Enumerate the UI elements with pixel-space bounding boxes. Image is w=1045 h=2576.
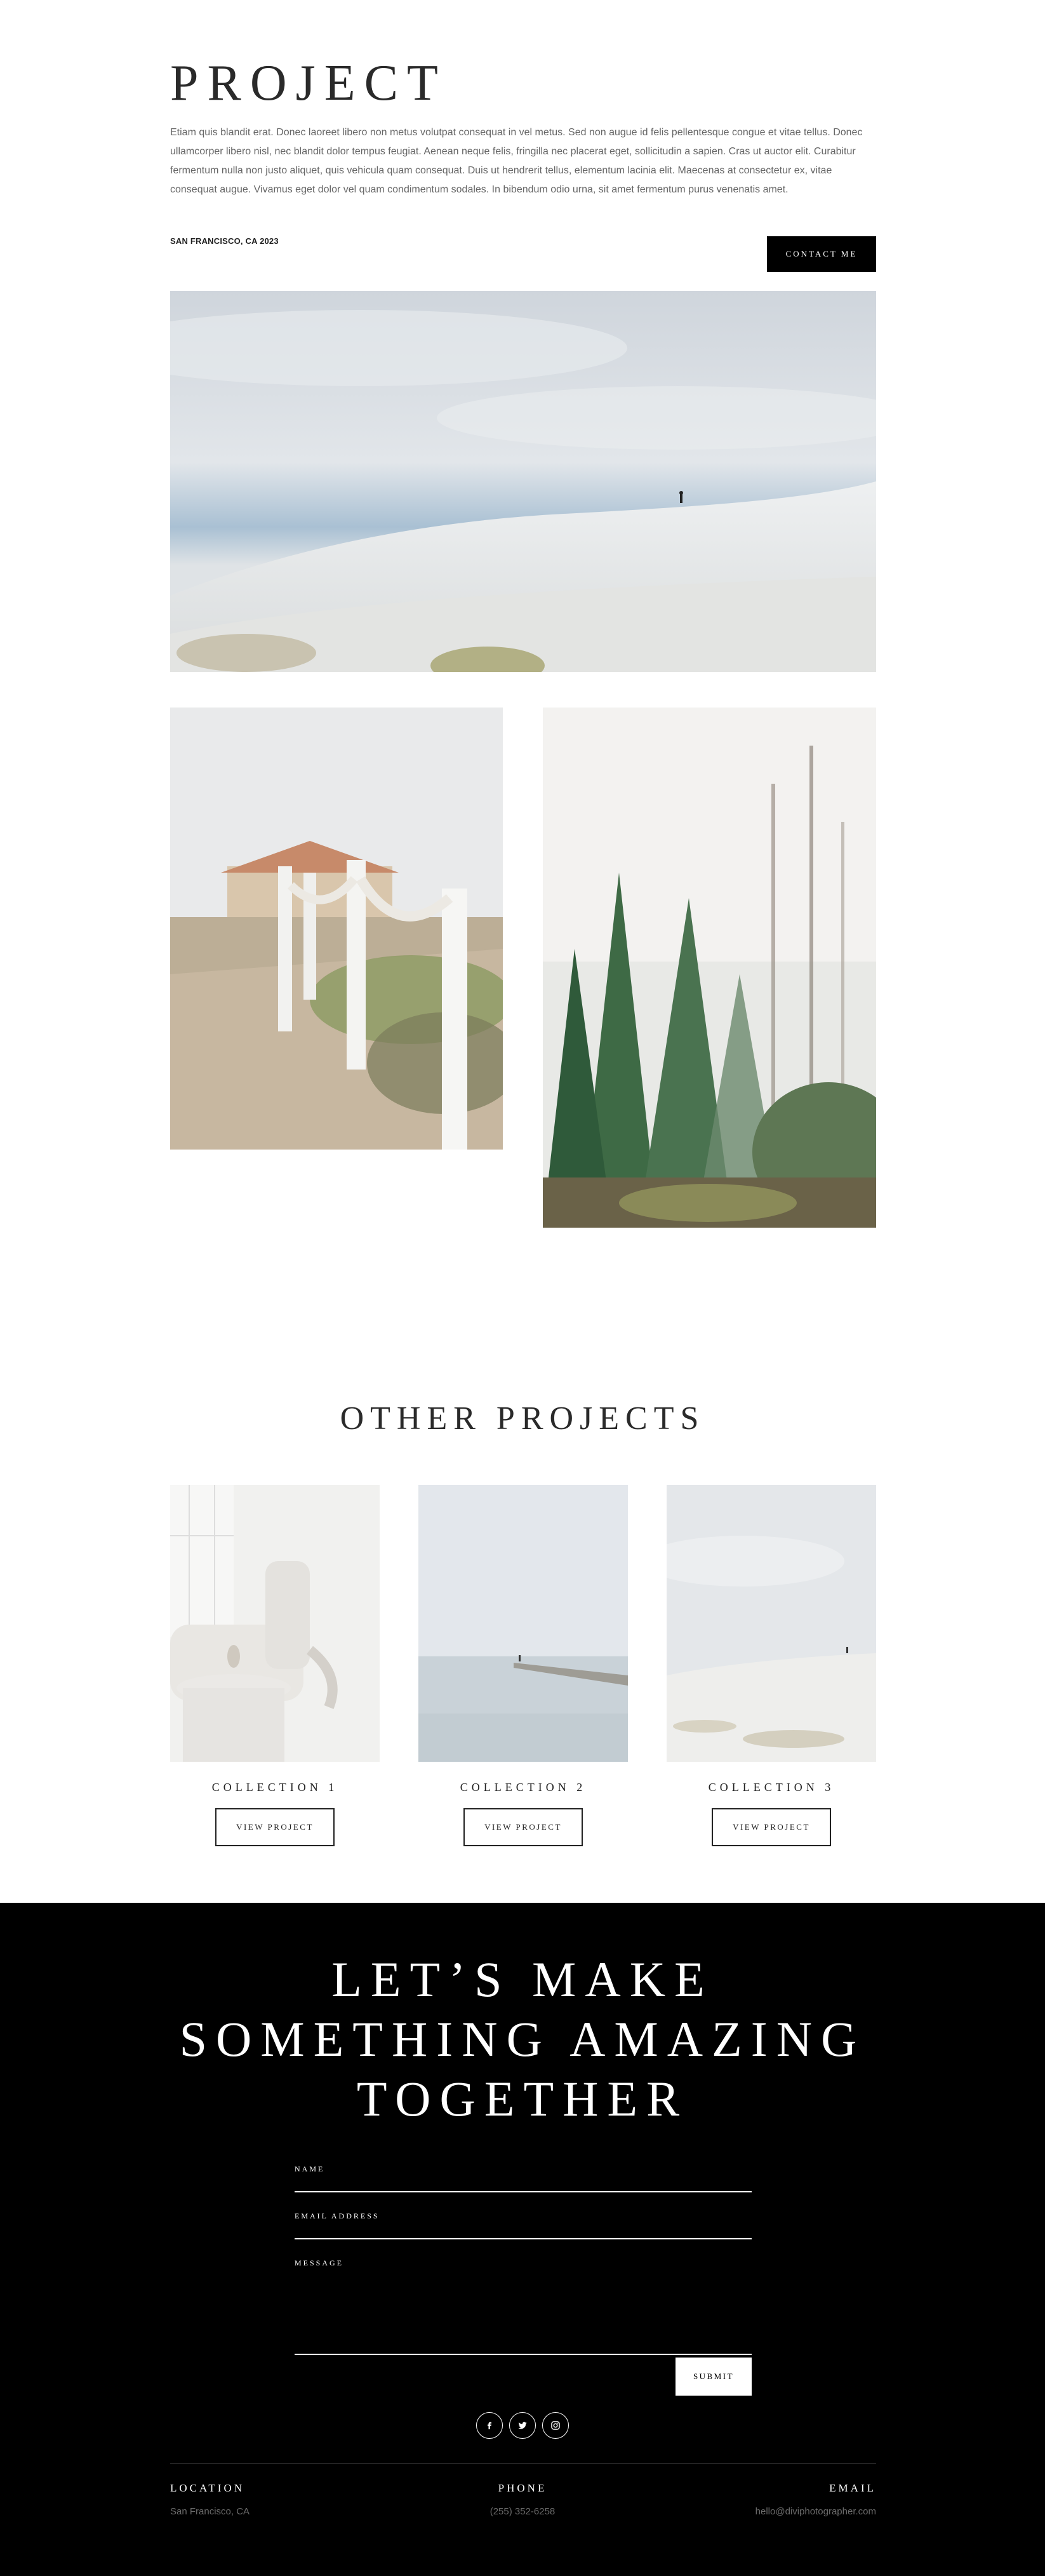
project-description: Etiam quis blandit erat. Donec laoreet l…	[170, 127, 863, 195]
phone-heading: PHONE	[498, 2482, 547, 2494]
contact-me-button[interactable]: CONTACT ME	[767, 236, 876, 272]
collection-title: COLLECTION 1	[211, 1781, 338, 1794]
project-location: SAN FRANCISCO, CA 2023	[170, 236, 279, 246]
view-project-button[interactable]: VIEW PROJECT	[215, 1808, 335, 1846]
cta-line: LET’S MAKE	[331, 1952, 714, 2007]
project-card: COLLECTION 2 VIEW PROJECT	[418, 1485, 628, 1846]
social-links	[0, 2412, 1045, 2439]
instagram-icon[interactable]	[542, 2412, 569, 2439]
forest-photo	[543, 708, 876, 1228]
fence-path-photo	[170, 708, 503, 1150]
name-label: NAME	[295, 2164, 325, 2173]
footer-divider	[170, 2463, 876, 2464]
phone-value[interactable]: (255) 352-6258	[0, 2506, 1045, 2517]
message-field[interactable]: MESSAGE	[295, 2258, 752, 2355]
facebook-icon[interactable]	[476, 2412, 503, 2439]
view-project-button[interactable]: VIEW PROJECT	[463, 1808, 583, 1846]
collection-title: COLLECTION 2	[460, 1781, 587, 1794]
cta-line: TOGETHER	[356, 2071, 689, 2126]
email-heading: EMAIL	[829, 2482, 876, 2494]
footer-phone: PHONE (255) 352-6258	[0, 2482, 1045, 2517]
desert-photo	[170, 291, 876, 672]
project-card: COLLECTION 1 VIEW PROJECT	[170, 1485, 380, 1846]
collection-2-thumbnail[interactable]	[418, 1485, 628, 1762]
submit-button[interactable]: SUBMIT	[676, 2358, 752, 2396]
collection-1-thumbnail[interactable]	[170, 1485, 380, 1762]
collection-3-thumbnail[interactable]	[667, 1485, 876, 1762]
email-label: EMAIL ADDRESS	[295, 2211, 380, 2220]
twitter-icon[interactable]	[509, 2412, 536, 2439]
name-field[interactable]: NAME	[295, 2164, 752, 2192]
cta-line: SOMETHING AMAZING	[179, 2011, 866, 2067]
cta-heading: LET’S MAKE SOMETHING AMAZING TOGETHER	[0, 1950, 1045, 2129]
message-label: MESSAGE	[295, 2258, 344, 2267]
email-value[interactable]: hello@diviphotographer.com	[755, 2506, 876, 2517]
footer-email: EMAIL hello@diviphotographer.com	[755, 2482, 876, 2517]
view-project-button[interactable]: VIEW PROJECT	[712, 1808, 831, 1846]
email-field[interactable]: EMAIL ADDRESS	[295, 2211, 752, 2239]
page-title: PROJECT	[170, 55, 447, 111]
contact-form: NAME EMAIL ADDRESS MESSAGE SUBMIT	[295, 2164, 752, 2396]
project-card: COLLECTION 3 VIEW PROJECT	[667, 1485, 876, 1846]
other-projects-heading: OTHER PROJECTS	[340, 1400, 705, 1437]
collection-title: COLLECTION 3	[708, 1781, 835, 1794]
